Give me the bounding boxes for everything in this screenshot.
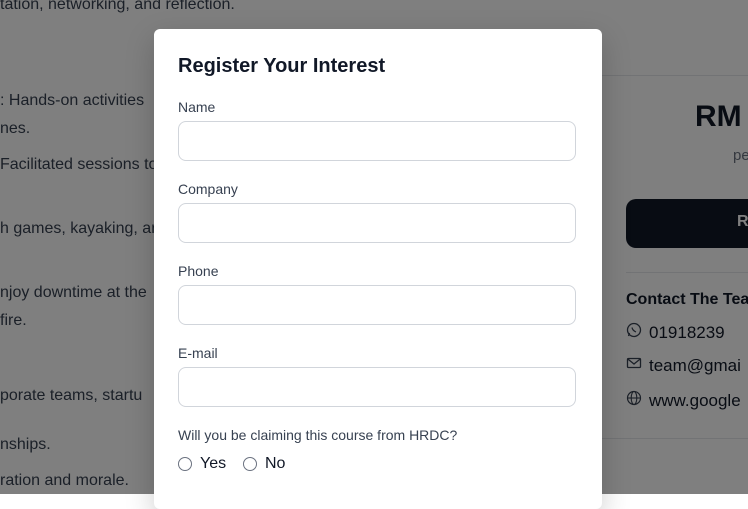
phone-label: Phone — [178, 263, 219, 279]
email-label: E-mail — [178, 345, 218, 361]
modal-title: Register Your Interest — [178, 55, 386, 77]
company-input[interactable] — [178, 203, 576, 243]
radio-yes[interactable]: Yes — [178, 455, 226, 473]
radio-circle[interactable] — [178, 457, 192, 471]
company-label: Company — [178, 181, 238, 197]
radio-circle[interactable] — [243, 457, 257, 471]
email-input[interactable] — [178, 367, 576, 407]
name-input[interactable] — [178, 121, 576, 161]
hrdc-question: Will you be claiming this course from HR… — [178, 427, 458, 443]
register-interest-modal: Register Your Interest Name Company Phon… — [154, 29, 602, 509]
name-label: Name — [178, 99, 216, 115]
radio-no[interactable]: No — [243, 455, 285, 473]
phone-input[interactable] — [178, 285, 576, 325]
radio-no-label: No — [265, 455, 286, 472]
radio-yes-label: Yes — [200, 455, 227, 472]
